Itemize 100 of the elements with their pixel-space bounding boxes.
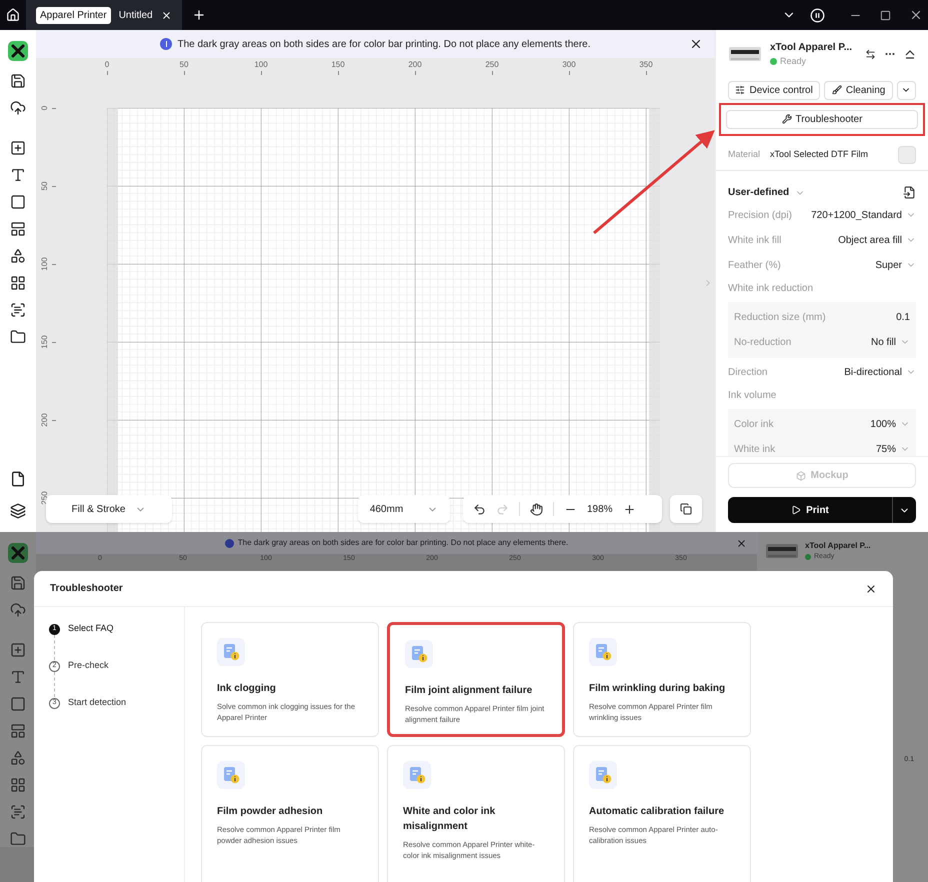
text-icon[interactable] (10, 167, 26, 183)
document-info-icon (589, 761, 617, 789)
card-title: Film wrinkling during baking (589, 682, 726, 696)
setting-select[interactable]: No fill (870, 334, 910, 350)
zoom-in-icon[interactable] (622, 502, 636, 516)
setting-label: Color ink (734, 418, 774, 432)
logo-icon[interactable] (7, 40, 29, 62)
ai-text-icon[interactable] (10, 302, 26, 318)
print-button[interactable]: Print (728, 497, 892, 523)
device-status: Ready (780, 55, 806, 68)
document-info-icon (405, 640, 433, 668)
material-value: xTool Selected DTF Film (770, 148, 870, 162)
setting-select[interactable]: 75% (876, 442, 910, 456)
add-icon[interactable] (10, 140, 26, 156)
card-title: White and color ink misalignment (403, 805, 496, 834)
step-label: Pre-check (68, 659, 109, 672)
card-title: Automatic calibration failure (589, 805, 726, 819)
grid-icon[interactable] (10, 275, 26, 291)
troubleshooter-button[interactable]: Troubleshooter (726, 110, 918, 128)
printer-drawing (765, 542, 799, 560)
box-icon (796, 470, 806, 480)
setting-select[interactable]: 0.1 (896, 310, 910, 324)
ruler-label: 50 (180, 59, 188, 71)
switch-icon[interactable] (865, 48, 876, 60)
dialog-title: Troubleshooter (50, 582, 123, 596)
ruler-label: 0 (104, 59, 110, 71)
notice-text: The dark gray areas on both sides are for color bar printing. Do not place any elements there. (238, 537, 568, 549)
size-select[interactable]: 460mm (358, 495, 450, 523)
setting-select[interactable]: Object area fill (838, 232, 916, 248)
setting-label: Direction (728, 366, 768, 380)
step-label: Start detection (68, 696, 126, 710)
device-name: xTool Apparel P... (770, 41, 854, 55)
add-tab-icon[interactable] (192, 8, 206, 22)
folder-icon[interactable] (10, 329, 26, 345)
eject-icon[interactable] (904, 48, 916, 60)
undo-icon[interactable] (473, 502, 486, 516)
close-icon[interactable] (160, 10, 172, 20)
zoom-level: 198% (587, 502, 613, 516)
ruler-label: 250 (485, 59, 499, 71)
upload-icon[interactable] (10, 100, 26, 116)
tab-title: Untitled (118, 8, 153, 22)
ruler-label: 200 (408, 59, 422, 71)
print-menu-button[interactable] (892, 497, 916, 523)
home-icon[interactable] (6, 8, 20, 22)
ruler-label: 100 (39, 257, 50, 271)
preset-select[interactable]: User-defined (728, 185, 806, 200)
document-info-icon (403, 761, 431, 789)
fill-stroke-select[interactable]: Fill & Stroke (46, 495, 172, 523)
layout-icon[interactable] (10, 221, 26, 237)
printer-drawing (728, 45, 762, 64)
material-label: Material (728, 148, 760, 162)
ruler-label: 100 (254, 59, 268, 71)
ruler-label: 150 (39, 335, 50, 349)
hand-icon[interactable] (530, 502, 543, 516)
setting-select[interactable]: Super (875, 258, 916, 272)
ruler-label: 200 (39, 413, 50, 427)
close-icon[interactable] (909, 8, 923, 22)
brush-icon (832, 85, 842, 95)
layers-icon[interactable] (10, 503, 26, 519)
shapes-icon[interactable] (10, 248, 26, 264)
setting-label: White ink fill (728, 234, 782, 248)
ruler-label: 300 (562, 59, 576, 71)
status-icon[interactable] (810, 8, 825, 22)
info-icon (160, 38, 172, 50)
card-title: Ink clogging (217, 682, 277, 696)
close-icon[interactable] (865, 582, 877, 594)
cleaning-button[interactable]: Cleaning (824, 80, 893, 100)
ruler-label: 50 (39, 180, 50, 192)
setting-select[interactable]: Bi-directional (844, 364, 916, 380)
setting-select[interactable]: 100% (870, 416, 910, 432)
maximize-icon[interactable] (880, 10, 891, 20)
document-tab[interactable]: Apparel Printer Untitled (26, 0, 182, 30)
printer-type-badge: Apparel Printer (36, 6, 111, 24)
file-icon[interactable] (10, 471, 26, 487)
device-name: xTool Apparel P... (805, 540, 872, 552)
duplicate-button[interactable] (670, 495, 702, 523)
card-title: Film powder adhesion (217, 805, 324, 819)
section-heading: White ink reduction (728, 282, 814, 296)
square-icon[interactable] (10, 194, 26, 210)
document-info-icon (217, 638, 245, 666)
setting-label: Feather (%) (728, 258, 781, 272)
notice-text: The dark gray areas on both sides are for color bar printing. Do not place any elements there. (177, 38, 590, 52)
close-icon[interactable] (689, 37, 703, 51)
setting-label: Reduction size (mm) (734, 310, 826, 324)
document-info-icon (589, 638, 617, 666)
save-preset-icon[interactable] (903, 186, 916, 199)
ruler-label: 350 (639, 59, 653, 71)
material-swatch (898, 146, 916, 164)
setting-label: No-reduction (734, 336, 792, 350)
device-control-button[interactable]: Device control (728, 80, 820, 100)
copy-icon (680, 503, 692, 515)
document-info-icon (217, 761, 245, 789)
setting-label: White ink (734, 442, 776, 456)
setting-select[interactable]: 720+1200_Standard (811, 208, 916, 222)
save-icon[interactable] (10, 73, 26, 89)
step-label: Select FAQ (68, 622, 114, 636)
wrench-icon (782, 114, 792, 124)
info-icon (224, 538, 234, 548)
play-icon (791, 505, 802, 515)
section-heading: Ink volume (728, 389, 776, 403)
